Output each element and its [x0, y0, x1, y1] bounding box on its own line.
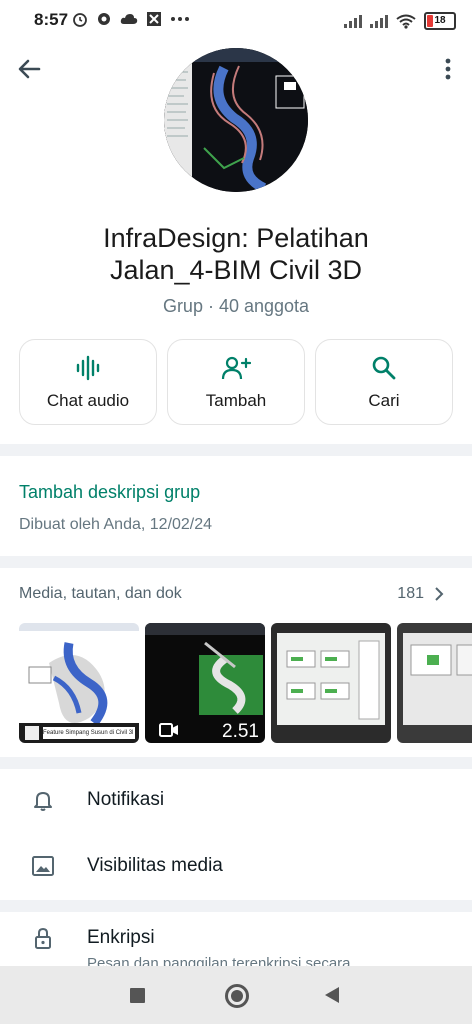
- group-title-line2: Jalan_4-BIM Civil 3D: [109, 255, 363, 285]
- notifications-label: Notifikasi: [87, 789, 165, 810]
- back-button[interactable]: [325, 987, 339, 1003]
- media-count-value: 181: [397, 585, 424, 602]
- back-arrow-icon[interactable]: [14, 54, 44, 84]
- media-count[interactable]: 181: [397, 585, 444, 603]
- add-person-icon: [221, 356, 251, 380]
- search-icon: [372, 356, 396, 380]
- add-description-link[interactable]: Tambah deskripsi grup: [19, 482, 200, 503]
- more-notifications-icon: [171, 17, 189, 21]
- audio-wave-icon: [76, 355, 100, 381]
- chat-bubble-icon: [98, 13, 110, 25]
- section-separator: [0, 556, 472, 568]
- chevron-right-icon: [435, 587, 444, 601]
- status-bar: 8:57 18: [0, 0, 472, 40]
- media-thumb-image: [271, 623, 391, 743]
- add-member-label: Tambah: [205, 391, 267, 410]
- search-label: Cari: [368, 391, 400, 410]
- media-visibility-row[interactable]: Visibilitas media: [0, 836, 472, 896]
- media-thumb-video[interactable]: 2.51: [145, 623, 265, 743]
- wifi-icon: [396, 14, 416, 29]
- battery-icon: 18: [424, 12, 456, 30]
- media-thumb[interactable]: [397, 623, 472, 743]
- group-avatar[interactable]: [164, 48, 308, 192]
- group-avatar-image: [164, 48, 308, 192]
- more-options-icon[interactable]: [438, 54, 458, 84]
- section-separator: [0, 444, 472, 456]
- status-icons-right: 18: [344, 12, 456, 30]
- section-separator: [0, 757, 472, 769]
- encryption-label: Enkripsi: [87, 927, 155, 948]
- media-thumb-image: [397, 623, 472, 743]
- chat-audio-label: Chat audio: [46, 391, 130, 410]
- lock-icon: [35, 927, 51, 949]
- cloud-icon: [120, 14, 138, 24]
- app-icon: [147, 12, 161, 26]
- chat-audio-button[interactable]: Chat audio: [19, 339, 157, 425]
- group-title-line1: InfraDesign: Pelatihan: [103, 223, 369, 253]
- group-subtitle: Grup · 40 anggota: [162, 296, 310, 316]
- image-icon: [32, 856, 54, 876]
- add-member-button[interactable]: Tambah: [167, 339, 305, 425]
- media-thumb-caption: Feature Simpang Susun di Civil 3D: [43, 730, 133, 736]
- status-time: 8:57: [34, 10, 69, 29]
- alarm-icon: [73, 13, 87, 27]
- media-thumbnails: Feature Simpang Susun di Civil 3D 2.51: [19, 623, 472, 743]
- recent-apps-button[interactable]: [130, 988, 145, 1003]
- video-duration: 2.51: [222, 721, 259, 742]
- signal-icon: [370, 15, 388, 28]
- media-thumb[interactable]: Feature Simpang Susun di Civil 3D: [19, 623, 139, 743]
- home-button[interactable]: [225, 984, 249, 1008]
- search-button[interactable]: Cari: [315, 339, 453, 425]
- created-by-text: Dibuat oleh Anda, 12/02/24: [19, 516, 213, 533]
- signal-icon: [344, 15, 362, 28]
- media-visibility-label: Visibilitas media: [87, 855, 223, 876]
- bell-icon: [34, 792, 52, 811]
- media-section-title[interactable]: Media, tautan, dan dok: [19, 585, 182, 603]
- group-title: InfraDesign: Pelatihan Jalan_4-BIM Civil…: [20, 222, 452, 286]
- media-thumb[interactable]: [271, 623, 391, 743]
- notifications-row[interactable]: Notifikasi: [0, 770, 472, 830]
- system-nav-bar: [0, 966, 472, 1024]
- status-icons-left: [72, 11, 190, 27]
- media-thumb-image: [19, 623, 139, 743]
- video-icon: [159, 723, 178, 737]
- action-row: Chat audio Tambah Cari: [19, 339, 453, 425]
